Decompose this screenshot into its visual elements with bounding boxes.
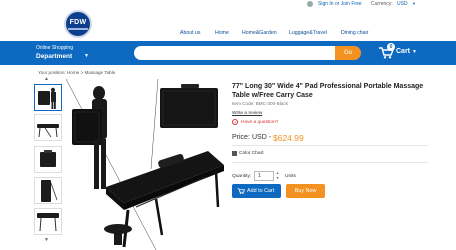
- color-chart-link[interactable]: Color Chart: [239, 151, 264, 156]
- logo-text: FDW: [69, 19, 87, 26]
- thumb-down-arrow-icon[interactable]: ▼: [44, 237, 49, 243]
- currency-select[interactable]: USD: [397, 1, 408, 7]
- color-chart-icon[interactable]: [232, 151, 237, 156]
- write-review-link[interactable]: Write a review: [232, 111, 262, 116]
- add-to-cart-label: Add to Cart: [247, 188, 275, 194]
- divider: [232, 162, 428, 163]
- price-value: $624.99: [273, 133, 304, 143]
- breadcrumb-separator: >: [80, 70, 84, 75]
- buy-now-button[interactable]: Buy Now: [286, 184, 325, 198]
- cart-link[interactable]: Cart: [396, 48, 410, 55]
- thumbnail-2[interactable]: [34, 114, 62, 141]
- header-bar: Online Shopping Department ▼ Go 0 Cart ▼: [0, 41, 456, 65]
- search-button[interactable]: Go: [335, 46, 361, 60]
- chevron-down-icon[interactable]: ▼: [412, 1, 416, 6]
- user-icon: [307, 1, 313, 7]
- breadcrumb-current[interactable]: Massage Table: [84, 70, 115, 75]
- top-bar: Sign In or Join Free Currency: USD ▼: [0, 0, 456, 10]
- chevron-down-icon[interactable]: ▼: [412, 49, 417, 55]
- quantity-label: Quantity:: [232, 174, 252, 179]
- thumbnail-3[interactable]: [34, 146, 62, 173]
- chevron-down-icon[interactable]: ▼: [84, 53, 89, 59]
- cart-count-badge: 0: [387, 43, 395, 51]
- nav-dining-chair[interactable]: Dining chair: [341, 30, 368, 36]
- price-label: Price:: [232, 134, 250, 141]
- thumbnail-4[interactable]: [34, 177, 62, 204]
- online-shopping-label: Online Shopping: [36, 45, 73, 51]
- add-to-cart-button[interactable]: Add to Cart: [232, 184, 281, 198]
- nav-about-us[interactable]: About us: [180, 30, 200, 36]
- thumb-up-arrow-icon[interactable]: ▲: [44, 76, 49, 82]
- item-code: Item Code: BMC-300-Black: [232, 101, 288, 106]
- price-currency: USD -: [252, 134, 272, 141]
- nav-home-garden[interactable]: Home&Garden: [242, 30, 277, 36]
- thumbnail-1[interactable]: [34, 84, 62, 111]
- thumbnail-5[interactable]: [34, 208, 62, 235]
- breadcrumb-prefix: Your position:: [38, 70, 66, 75]
- main-nav: About us Home Home&Garden Luggage&Travel…: [0, 30, 456, 40]
- product-title: 77" Long 30" Wide 4" Pad Professional Po…: [232, 83, 424, 99]
- search-input[interactable]: [134, 46, 335, 60]
- breadcrumb: Your position: Home > Massage Table: [38, 70, 115, 75]
- quantity-input[interactable]: 1: [254, 171, 274, 181]
- cart-icon: [237, 188, 245, 195]
- quantity-stepper[interactable]: ▲ ▼: [275, 171, 280, 181]
- breadcrumb-home[interactable]: Home: [67, 70, 79, 75]
- have-question-link[interactable]: Have a question?: [241, 120, 278, 125]
- divider: [232, 145, 428, 146]
- product-main-image[interactable]: [66, 79, 226, 250]
- signin-link[interactable]: Sign In or Join Free: [318, 1, 362, 7]
- units-label: Units: [285, 174, 296, 179]
- nav-luggage-travel[interactable]: Luggage&Travel: [289, 30, 327, 36]
- department-menu[interactable]: Department: [36, 53, 72, 60]
- currency-label: Currency:: [371, 1, 393, 7]
- question-icon[interactable]: ?: [232, 119, 238, 125]
- nav-home[interactable]: Home: [215, 30, 229, 36]
